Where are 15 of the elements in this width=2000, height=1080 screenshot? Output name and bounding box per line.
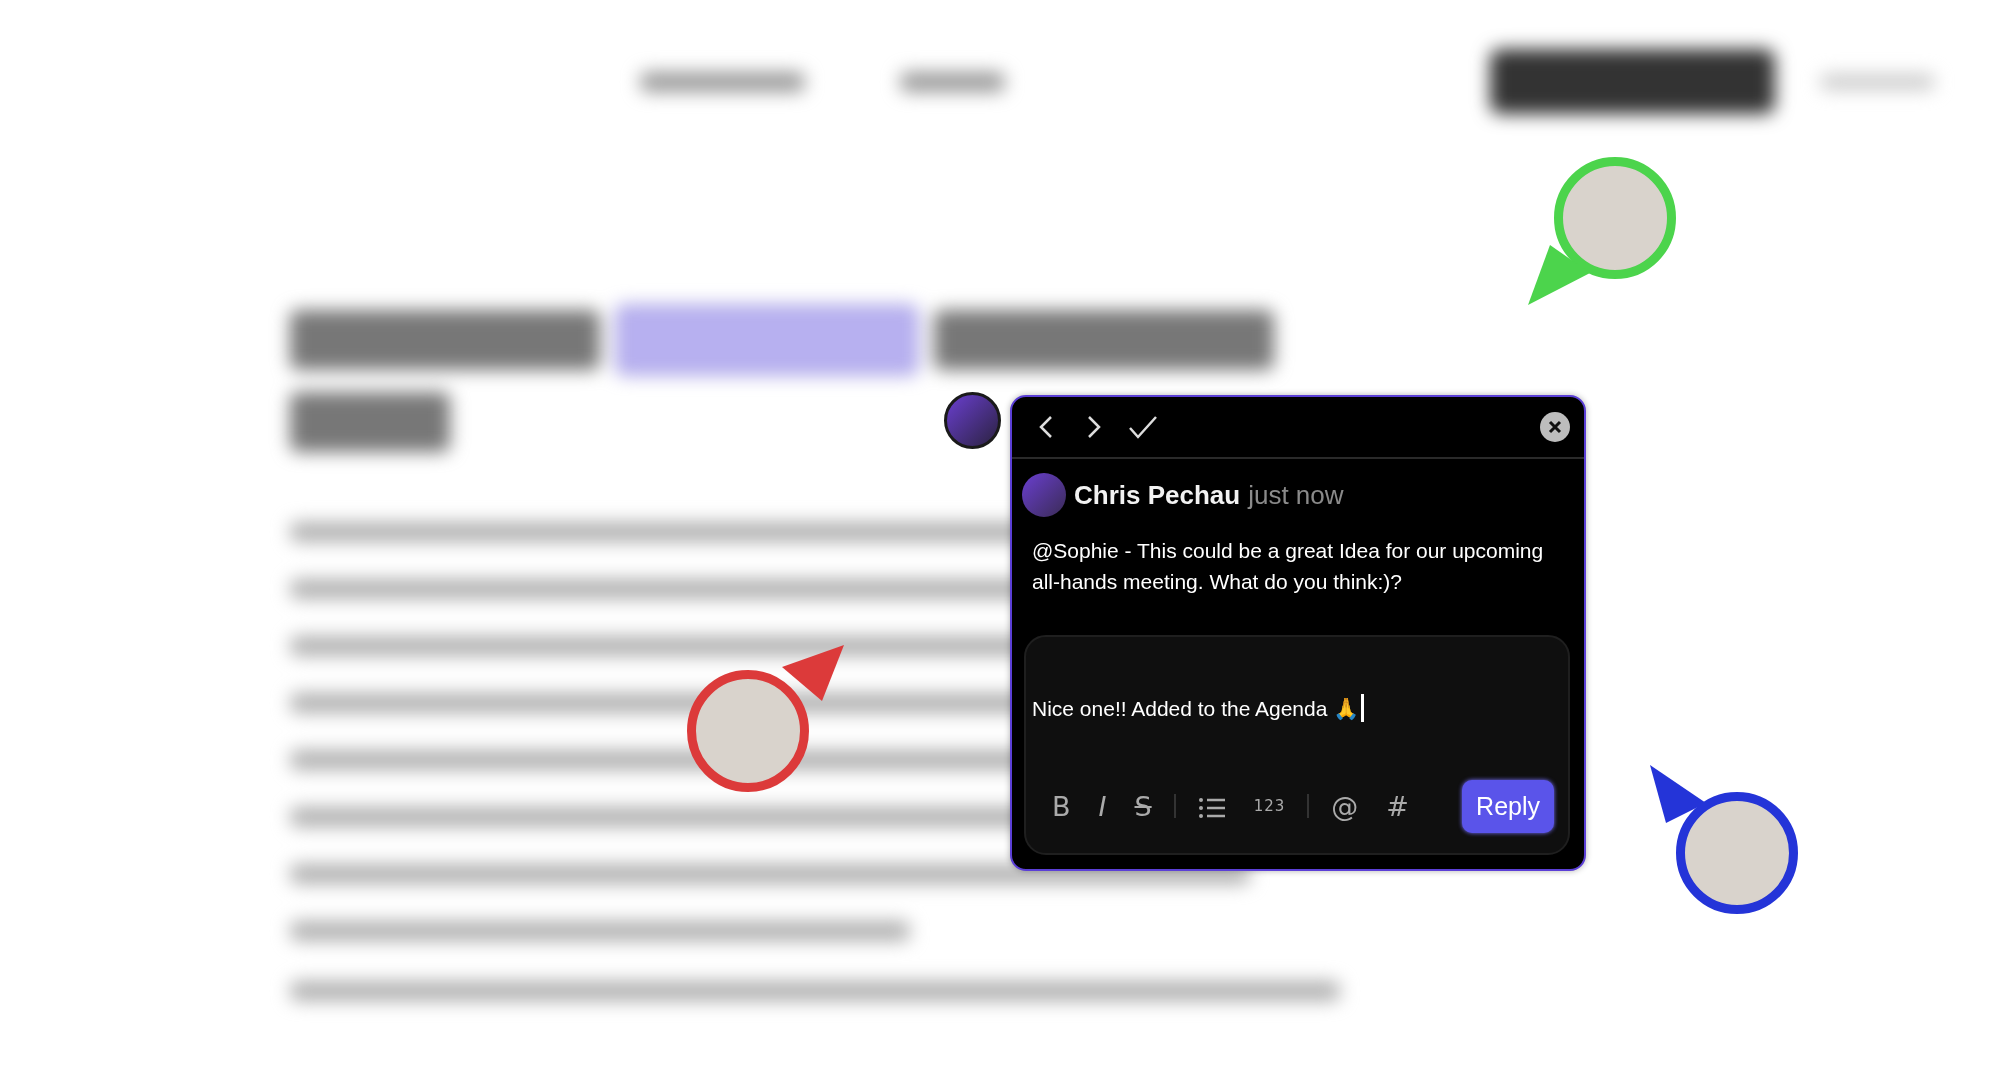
- reply-input-field[interactable]: Nice one!! Added to the Agenda 🙏: [1032, 637, 1554, 780]
- avatar-photo-placeholder: [1022, 473, 1066, 517]
- timestamp: just now: [1248, 478, 1344, 512]
- close-icon[interactable]: [1540, 412, 1570, 442]
- mention-button[interactable]: @: [1325, 792, 1365, 820]
- bold-button[interactable]: B: [1046, 792, 1077, 820]
- italic-button[interactable]: I: [1092, 792, 1113, 820]
- hashtag-button[interactable]: #: [1380, 792, 1415, 820]
- strikethrough-button[interactable]: S: [1128, 792, 1158, 820]
- numbered-list-button[interactable]: 123: [1247, 798, 1292, 814]
- author-name: Chris Pechau: [1074, 478, 1241, 512]
- reply-button[interactable]: Reply: [1462, 779, 1554, 833]
- text-cursor: [1361, 694, 1365, 723]
- avatar-photo-placeholder: [944, 392, 1001, 449]
- comment-text: @Sophie - This could be a great Idea for our upcoming all-hands meeting. What do you think:)?: [1031, 538, 1545, 595]
